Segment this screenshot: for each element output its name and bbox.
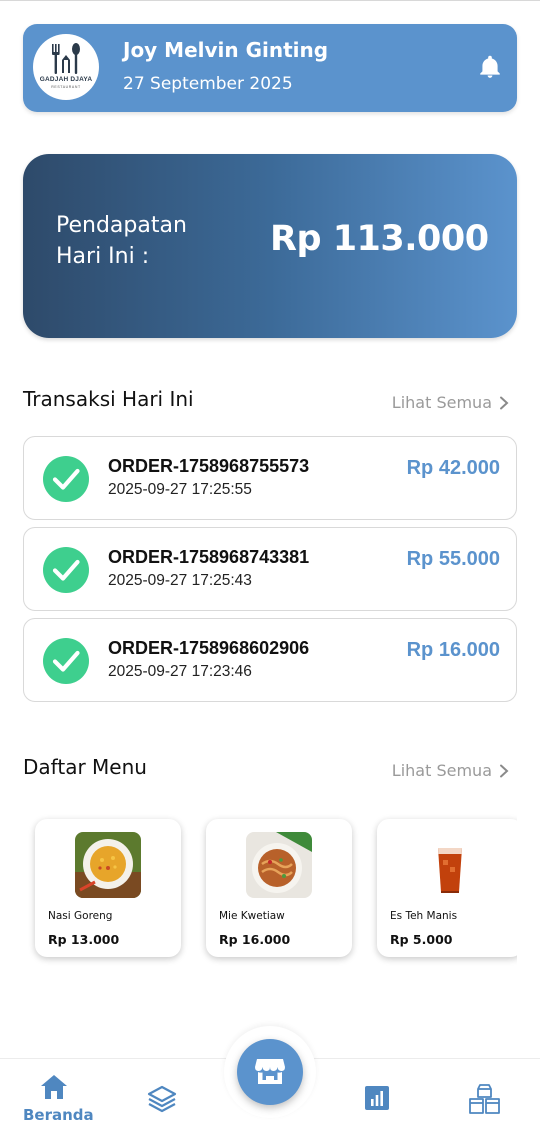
revenue-amount: Rp 113.000 <box>270 219 489 259</box>
check-circle-icon <box>43 547 89 593</box>
check-circle-icon <box>43 456 89 502</box>
profile-header: GADJAH DJAYA RESTAURANT Joy Melvin Ginti… <box>23 24 517 112</box>
nav-stock[interactable] <box>467 1059 503 1135</box>
menu-item-price: Rp 16.000 <box>219 932 291 947</box>
boxes-icon <box>469 1084 500 1114</box>
layers-icon <box>147 1085 177 1113</box>
store-icon <box>255 1059 285 1084</box>
bell-icon[interactable] <box>477 54 503 80</box>
menu-item-name: Mie Kwetiaw <box>219 910 285 922</box>
nav-layers[interactable] <box>146 1059 178 1135</box>
order-id: ORDER-1758968602906 <box>108 638 310 658</box>
mie-kwetiaw-image <box>246 832 312 898</box>
menu-item-price: Rp 5.000 <box>390 932 453 947</box>
order-amount: Rp 42.000 <box>406 457 500 479</box>
user-name: Joy Melvin Ginting <box>123 38 329 62</box>
revenue-card: Pendapatan Hari Ini : Rp 113.000 <box>23 154 517 338</box>
transactions-title: Transaksi Hari Ini <box>23 387 194 411</box>
store-button[interactable] <box>237 1039 303 1105</box>
nav-statistics[interactable] <box>364 1059 392 1135</box>
home-icon <box>41 1075 67 1099</box>
menu-item-card[interactable]: Es Teh Manis Rp 5.000 <box>377 819 517 957</box>
transactions-see-all-link[interactable]: Lihat Semua <box>392 393 510 412</box>
revenue-label: Pendapatan Hari Ini : <box>56 213 187 269</box>
menu-item-name: Nasi Goreng <box>48 910 113 922</box>
menu-see-all-link[interactable]: Lihat Semua <box>392 761 510 780</box>
chevron-right-icon <box>500 764 509 777</box>
menu-item-card[interactable]: Nasi Goreng Rp 13.000 <box>35 819 181 957</box>
order-id: ORDER-1758968755573 <box>108 456 310 476</box>
nav-beranda-label: Beranda <box>23 1106 94 1124</box>
current-date: 27 September 2025 <box>123 74 293 94</box>
menu-item-card[interactable]: Mie Kwetiaw Rp 16.000 <box>206 819 352 957</box>
transaction-card[interactable]: ORDER-1758968755573 2025-09-27 17:25:55 … <box>23 436 517 520</box>
nasi-goreng-image <box>75 832 141 898</box>
see-all-label: Lihat Semua <box>391 393 492 412</box>
nav-beranda[interactable]: Beranda <box>14 1059 94 1135</box>
utensils-logo-icon <box>52 43 80 74</box>
order-time: 2025-09-27 17:25:43 <box>108 572 252 589</box>
check-circle-icon <box>43 638 89 684</box>
menu-item-price: Rp 13.000 <box>48 932 120 947</box>
transaction-card[interactable]: ORDER-1758968743381 2025-09-27 17:25:43 … <box>23 527 517 611</box>
order-time: 2025-09-27 17:23:46 <box>108 663 252 680</box>
menu-title: Daftar Menu <box>23 755 147 779</box>
bar-chart-icon <box>365 1086 389 1110</box>
restaurant-logo: GADJAH DJAYA RESTAURANT <box>33 34 99 100</box>
order-time: 2025-09-27 17:25:55 <box>108 481 252 498</box>
order-amount: Rp 55.000 <box>406 548 500 570</box>
logo-text: GADJAH DJAYA <box>39 76 93 83</box>
menu-carousel[interactable]: Nasi Goreng Rp 13.000 Mie Kwetiaw Rp 16.… <box>23 809 517 979</box>
menu-item-name: Es Teh Manis <box>390 910 458 922</box>
es-teh-manis-image <box>417 832 483 898</box>
transaction-card[interactable]: ORDER-1758968602906 2025-09-27 17:23:46 … <box>23 618 517 702</box>
see-all-label: Lihat Semua <box>391 761 492 780</box>
order-id: ORDER-1758968743381 <box>108 547 310 567</box>
order-amount: Rp 16.000 <box>406 639 500 661</box>
logo-subtext: RESTAURANT <box>51 85 81 89</box>
chevron-right-icon <box>500 396 509 409</box>
